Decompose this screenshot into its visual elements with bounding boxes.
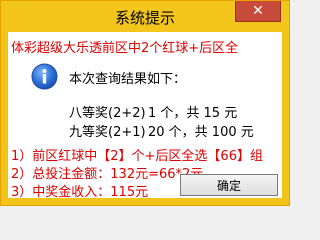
note-line-1: 1）前区红球中【2】个+后区全选【66】组: [11, 149, 263, 164]
prize-count-8: 1 个，共 15 元: [148, 106, 238, 121]
note-line-2: 2）总投注金额：132元=66*2元: [11, 167, 204, 182]
note-line-3: 3）中奖金收入：115元: [11, 185, 149, 200]
prize-label-8: 八等奖(2+2): [69, 106, 146, 121]
headline-text: 体彩超级大乐透前区中2个红球+后区全: [11, 41, 239, 56]
title-bar[interactable]: 系统提示 ✕: [1, 1, 289, 32]
prize-label-9: 九等奖(2+1): [69, 125, 146, 140]
close-button[interactable]: ✕: [235, 1, 281, 22]
close-icon: ✕: [252, 3, 264, 19]
prize-count-9: 20 个，共 100 元: [148, 125, 254, 140]
message-dialog: 系统提示 ✕ 体彩超级大乐透前区中2个红球+后区全 本次查询结果如下： 八等奖(…: [0, 0, 290, 206]
dialog-body: 体彩超级大乐透前区中2个红球+后区全 本次查询结果如下： 八等奖(2+2) 1 …: [8, 32, 282, 200]
ok-button[interactable]: 确定: [180, 174, 278, 196]
info-icon: [31, 63, 58, 90]
query-result-text: 本次查询结果如下：: [69, 72, 187, 87]
